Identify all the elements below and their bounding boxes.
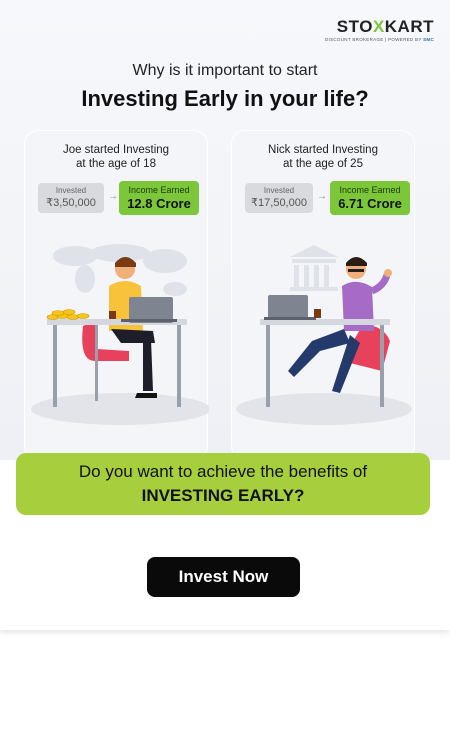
nick-earned-label: Income Earned [339, 185, 401, 195]
arrow-right-icon: → [108, 191, 118, 202]
headline-line1: Why is it important to start [132, 62, 318, 79]
logo-wordmark: STOXKART [325, 18, 434, 36]
logo-part-2: KART [384, 17, 434, 36]
nick-invested-pill: Invested ₹17,50,000 [245, 183, 313, 213]
headline-line2: Investing Early in your life? [81, 86, 369, 111]
joe-card-title: Joe started Investing at the age of 18 [25, 143, 207, 171]
arrow-right-icon: → [317, 191, 327, 202]
bank-building-icon [290, 245, 338, 291]
joe-title-line1: Joe started Investing [62, 144, 170, 156]
nick-invested-label: Invested [263, 186, 295, 195]
nick-title-line1: Nick started Investing [268, 144, 378, 156]
joe-invested-value: ₹3,50,000 [46, 197, 96, 209]
joe-title-line2: at the age of 18 [76, 158, 156, 170]
logo-part-x: X [372, 17, 385, 36]
page: STOXKART DISCOUNT BROKERAGE | POWERED BY… [0, 0, 450, 750]
benefits-banner: Do you want to achieve the benefits of I… [16, 453, 430, 515]
joe-illustration [31, 244, 209, 425]
ad-creative[interactable]: STOXKART DISCOUNT BROKERAGE | POWERED BY… [0, 0, 450, 630]
nick-card: Nick started Investing at the age of 25 … [231, 130, 415, 460]
logo-tagline: DISCOUNT BROKERAGE | POWERED BY SMC [325, 37, 434, 42]
ad-top-background: STOXKART DISCOUNT BROKERAGE | POWERED BY… [0, 0, 450, 460]
logo-part-1: STO [336, 17, 373, 36]
joe-invested-label: Invested [55, 186, 87, 195]
banner-line2: INVESTING EARLY? [141, 486, 305, 505]
joe-earned-pill: Income Earned 12.8 Crore [119, 181, 199, 215]
nick-invested-value: ₹17,50,000 [251, 197, 307, 209]
nick-title-line2: at the age of 25 [283, 158, 363, 170]
joe-earned-value: 12.8 Crore [127, 196, 191, 211]
nick-illustration [236, 245, 412, 425]
nick-earned-value: 6.71 Crore [338, 196, 402, 211]
invest-now-button[interactable]: Invest Now [147, 557, 300, 597]
joe-earned-label: Income Earned [128, 185, 190, 195]
joe-card: Joe started Investing at the age of 18 I… [24, 130, 209, 460]
nick-card-title: Nick started Investing at the age of 25 [232, 143, 414, 171]
logo-tagline-text: DISCOUNT BROKERAGE | POWERED BY [324, 37, 424, 42]
coins-icon [46, 309, 90, 320]
nick-earned-pill: Income Earned 6.71 Crore [330, 181, 410, 215]
joe-invested-pill: Invested ₹3,50,000 [38, 183, 104, 213]
stoxkart-logo: STOXKART DISCOUNT BROKERAGE | POWERED BY… [325, 18, 434, 43]
banner-line1: Do you want to achieve the benefits of [78, 462, 368, 481]
logo-tagline-brand: SMC [423, 37, 434, 42]
